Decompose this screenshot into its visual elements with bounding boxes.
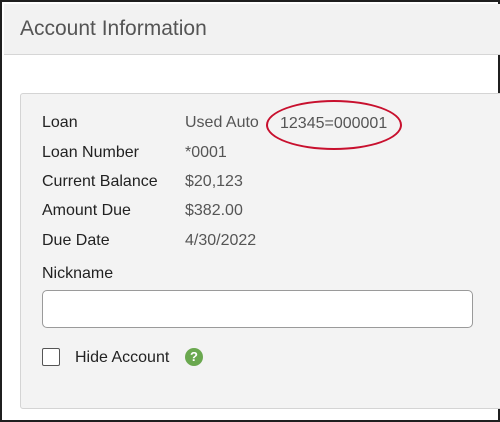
current-balance-label: Current Balance [42, 173, 158, 190]
header-bar: Account Information [4, 4, 500, 55]
amount-due-label: Amount Due [42, 202, 131, 219]
loan-number-label: Loan Number [42, 144, 139, 161]
current-balance-value: $20,123 [185, 173, 243, 190]
loan-label: Loan [42, 114, 78, 131]
due-date-label: Due Date [42, 232, 110, 249]
page-title: Account Information [20, 17, 207, 40]
hide-account-label[interactable]: Hide Account [75, 349, 169, 367]
due-date-value: 4/30/2022 [185, 232, 257, 249]
annotation-circle [266, 100, 402, 150]
nickname-input[interactable] [42, 290, 473, 328]
amount-due-value: $382.00 [185, 202, 243, 219]
loan-type-value: Used Auto [185, 114, 259, 131]
help-icon[interactable]: ? [185, 348, 203, 366]
nickname-label: Nickname [42, 265, 114, 282]
hide-account-checkbox[interactable] [42, 348, 60, 366]
loan-number-value: *0001 [185, 144, 227, 161]
